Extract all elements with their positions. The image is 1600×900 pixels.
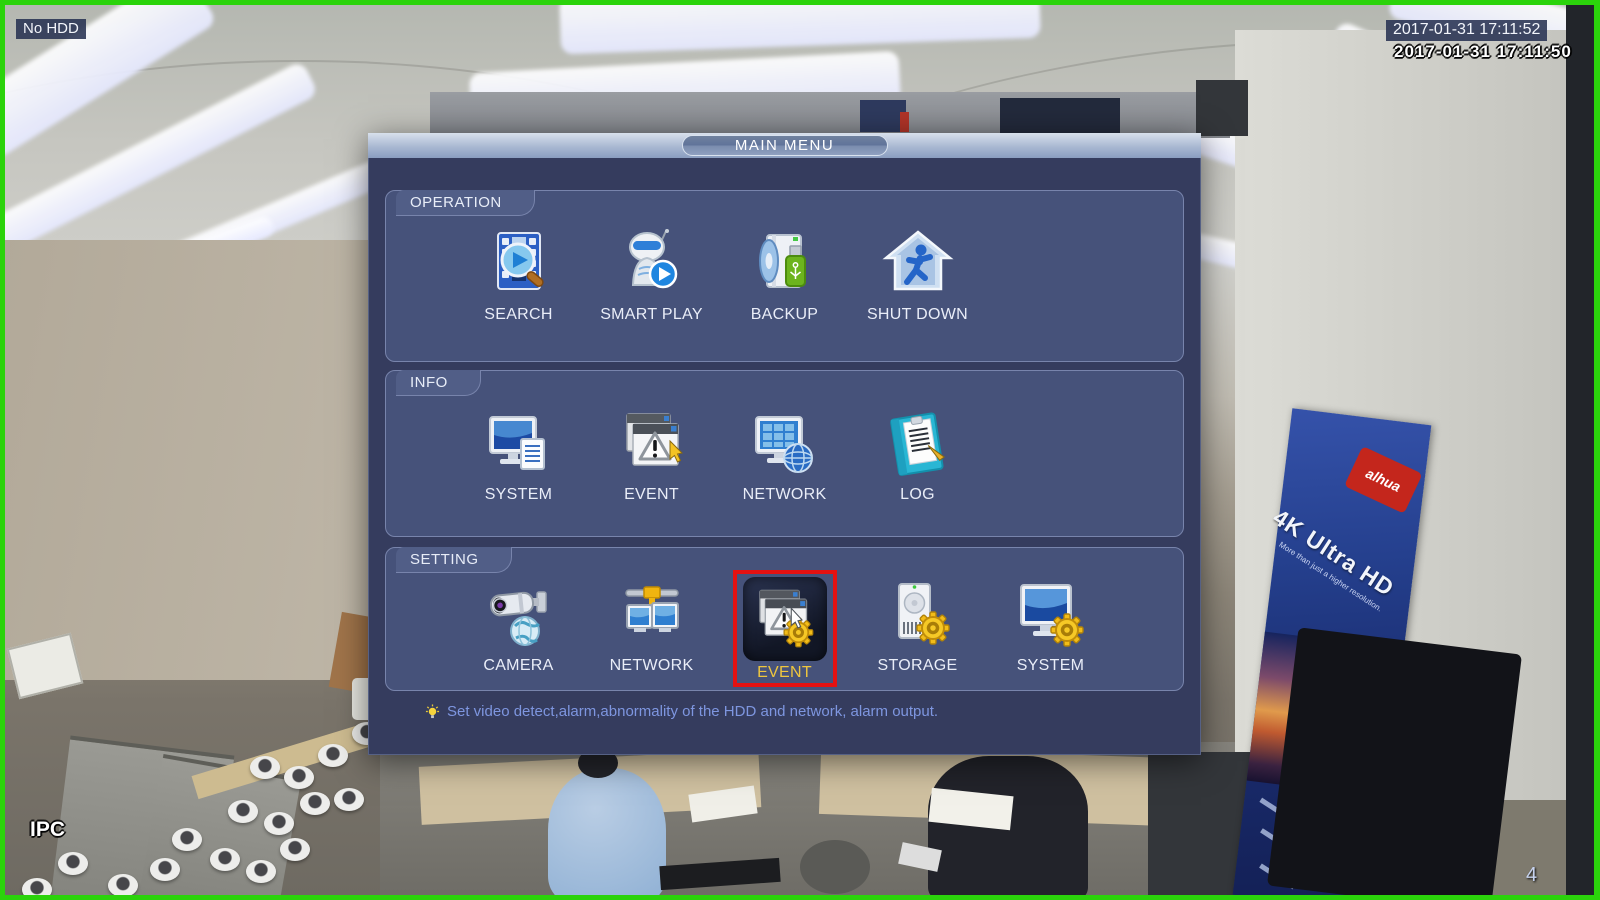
camera-dome: [150, 858, 180, 881]
menu-item-setting-camera[interactable]: CAMERA: [452, 578, 585, 687]
frame-border-bottom: [0, 895, 1600, 900]
frame-border-left: [0, 0, 5, 900]
camera-timestamp: 2017-01-31 17:11:50: [1394, 42, 1572, 62]
menu-item-label: SHUT DOWN: [867, 306, 968, 324]
menu-item-search[interactable]: SEARCH: [452, 227, 585, 324]
menu-item-label: CAMERA: [483, 657, 553, 675]
menu-item-info-network[interactable]: NETWORK: [718, 407, 851, 504]
tv-display: [1267, 627, 1522, 900]
section-info: INFO: [385, 370, 1184, 537]
camera-dome: [108, 874, 138, 897]
frame-border-right: [1594, 0, 1600, 900]
clipboard-pencil-icon: [880, 407, 956, 483]
frame-border-top: [0, 0, 1600, 5]
bullet-camera-globe-icon: [481, 578, 557, 654]
camera-dome: [250, 756, 280, 779]
section-info-label: INFO: [396, 370, 481, 396]
menu-item-label: EVENT: [624, 486, 679, 504]
selection-highlight-box: EVENT: [733, 570, 837, 687]
film-search-icon: [481, 227, 557, 303]
house-run-icon: [880, 227, 956, 303]
hint-row: Set video detect,alarm,abnormality of th…: [425, 703, 938, 720]
hint-bulb-icon: [425, 704, 440, 719]
monitor-document-icon: [481, 407, 557, 483]
menu-item-info-event[interactable]: EVENT: [585, 407, 718, 504]
menu-item-info-system[interactable]: SYSTEM: [452, 407, 585, 504]
menu-item-label: SEARCH: [484, 306, 552, 324]
menu-item-setting-network[interactable]: NETWORK: [585, 578, 718, 687]
main-menu-titlebar: MAIN MENU: [368, 133, 1201, 158]
camera-dome: [284, 766, 314, 789]
channel-number: 4: [1526, 864, 1537, 887]
menu-item-label: SMART PLAY: [600, 306, 703, 324]
window-alert-gear-icon: [751, 585, 819, 653]
camera-dome: [334, 788, 364, 811]
dvr-screen: alhua 4K Ultra HD More than just a highe…: [0, 0, 1600, 900]
menu-item-label: NETWORK: [743, 486, 827, 504]
menu-item-setting-system[interactable]: SYSTEM: [984, 578, 1117, 687]
menu-item-info-log[interactable]: LOG: [851, 407, 984, 504]
section-operation: OPERATION: [385, 190, 1184, 362]
camera-dome: [210, 848, 240, 871]
no-hdd-badge: No HDD: [16, 19, 86, 39]
menu-item-setting-event[interactable]: EVENT: [718, 578, 851, 687]
monitor-gear-icon: [1013, 578, 1089, 654]
menu-item-label: SYSTEM: [485, 486, 553, 504]
camera-dome: [300, 792, 330, 815]
menu-item-label: LOG: [900, 486, 935, 504]
hint-text: Set video detect,alarm,abnormality of th…: [447, 703, 938, 720]
door-frame: [1196, 80, 1248, 136]
dahua-logo: alhua: [1344, 446, 1422, 514]
menu-item-setting-storage[interactable]: STORAGE: [851, 578, 984, 687]
camera-name-label: IPC: [30, 818, 65, 842]
main-menu-dialog: MAIN MENU OPERATION: [368, 133, 1201, 755]
main-menu-body: OPERATION: [368, 158, 1201, 755]
menu-item-smart-play[interactable]: SMART PLAY: [585, 227, 718, 324]
wall-item: [1000, 98, 1120, 134]
menu-item-backup[interactable]: BACKUP: [718, 227, 851, 324]
camera-dome: [246, 860, 276, 883]
disc-usb-icon: [747, 227, 823, 303]
camera-dome: [228, 800, 258, 823]
camera-dome: [58, 852, 88, 875]
section-setting: SETTING: [385, 547, 1184, 691]
monitor-globe-icon: [747, 407, 823, 483]
dual-monitor-link-icon: [614, 578, 690, 654]
camera-dome: [172, 828, 202, 851]
selected-item-tile: [743, 577, 827, 661]
camera-dome: [264, 812, 294, 835]
robot-play-icon: [614, 227, 690, 303]
main-menu-title: MAIN MENU: [682, 135, 888, 156]
ceiling-light: [559, 0, 1041, 54]
menu-item-label: BACKUP: [751, 306, 819, 324]
window-alert-icon: [614, 407, 690, 483]
menu-item-label: STORAGE: [877, 657, 957, 675]
menu-item-label: NETWORK: [610, 657, 694, 675]
section-setting-label: SETTING: [396, 547, 512, 573]
camera-dome: [280, 838, 310, 861]
banner-title: 4K Ultra HD: [1268, 504, 1409, 608]
system-timestamp: 2017-01-31 17:11:52: [1386, 20, 1547, 41]
person-shirt: [548, 768, 666, 900]
desk-items: [800, 840, 870, 894]
section-operation-label: OPERATION: [396, 190, 535, 216]
wall-item-red: [900, 112, 909, 132]
menu-item-label: EVENT: [757, 664, 812, 682]
dahua-logo-text: alhua: [1363, 465, 1403, 495]
menu-item-shut-down[interactable]: SHUT DOWN: [851, 227, 984, 324]
camera-dome: [318, 744, 348, 767]
menu-item-label: SYSTEM: [1017, 657, 1085, 675]
hdd-gear-icon: [880, 578, 956, 654]
